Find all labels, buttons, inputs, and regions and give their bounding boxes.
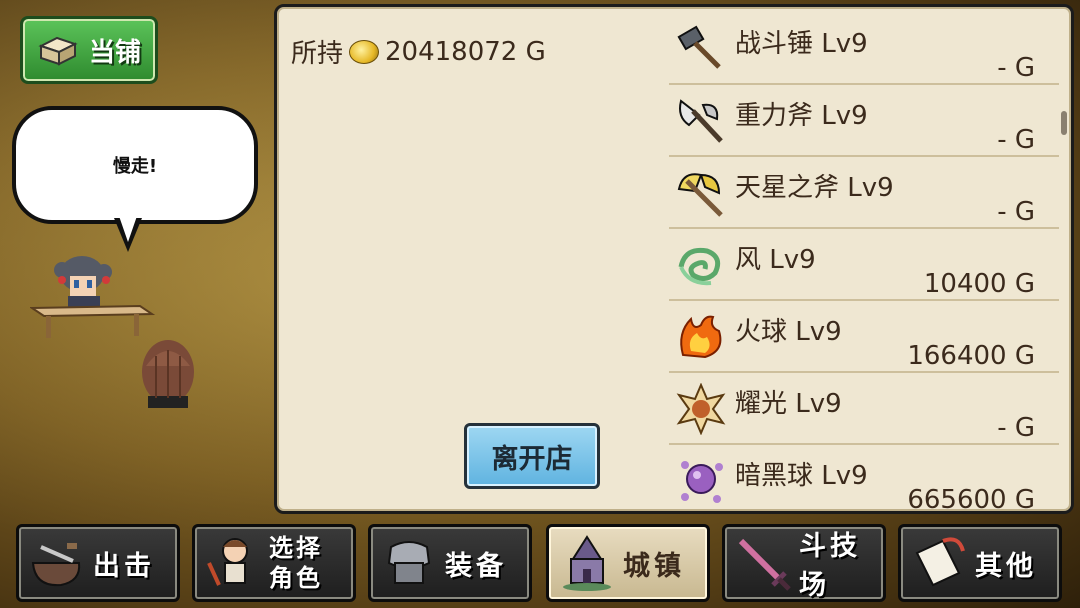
- list-item[interactable]: 天星之斧 Lv9 - G: [669, 157, 1059, 229]
- nav-label-line1: 选择: [269, 534, 323, 562]
- armor-icon: [387, 541, 431, 584]
- item-price: - G: [997, 125, 1035, 155]
- box-icon: [38, 36, 78, 66]
- list-item[interactable]: 战斗锤 Lv9 - G: [669, 13, 1059, 85]
- nav-label: 装备: [445, 550, 507, 582]
- item-name: 风 Lv9: [735, 245, 816, 275]
- character-icon: [207, 538, 248, 586]
- item-name: 暗黑球 Lv9: [735, 461, 868, 491]
- list-item[interactable]: 风 Lv9 10400 G: [669, 229, 1059, 301]
- scroll-icon: [915, 537, 965, 587]
- speech-bubble: 慢走!: [12, 106, 258, 224]
- nav-label: 出击: [93, 550, 155, 582]
- nav-town-button[interactable]: 城镇: [546, 524, 710, 602]
- item-price: - G: [997, 413, 1035, 443]
- axe-icon: [679, 99, 723, 143]
- item-name: 耀光 Lv9: [735, 389, 842, 419]
- shopkeeper-sprite: [30, 256, 156, 338]
- funds-label: 所持: [291, 39, 344, 69]
- item-price: 166400 G: [907, 341, 1035, 371]
- wind-icon: [678, 247, 721, 286]
- nav-label-two-line: 选择 角色: [269, 533, 323, 593]
- item-price: 665600 G: [907, 485, 1035, 513]
- item-name: 天星之斧 Lv9: [735, 173, 894, 203]
- funds-display: 所持 20418072 G: [291, 33, 546, 70]
- item-name: 战斗锤 Lv9: [735, 29, 868, 59]
- star-axe-icon: [677, 173, 723, 217]
- nav-label: 斗技场: [799, 531, 861, 601]
- bottom-nav: 出击 选择 角色 装备 城镇 斗技场 其他: [0, 520, 1080, 608]
- funds-amount: 20418072 G: [385, 36, 546, 67]
- list-scrollbar[interactable]: [1061, 111, 1067, 135]
- item-price: - G: [997, 197, 1035, 227]
- item-name: 火球 Lv9: [735, 317, 842, 347]
- shop-badge: 当铺: [20, 16, 158, 84]
- flash-icon: [676, 383, 726, 435]
- nav-label: 城镇: [623, 550, 685, 582]
- list-item[interactable]: 火球 Lv9 166400 G: [669, 301, 1059, 373]
- sword-icon: [738, 538, 791, 591]
- nav-arena-button[interactable]: 斗技场: [722, 524, 886, 602]
- nav-label: 其他: [975, 550, 1037, 582]
- nav-sortie-button[interactable]: 出击: [16, 524, 180, 602]
- hammer-icon: [677, 25, 721, 69]
- shop-panel: 所持 20418072 G 离开店 战斗锤 Lv9 - G 重力斧 Lv9 - …: [274, 4, 1074, 514]
- town-icon: [563, 535, 611, 591]
- nav-label-line2: 角色: [269, 564, 323, 592]
- leave-shop-button[interactable]: 离开店: [464, 423, 600, 489]
- customer-sprite: [142, 340, 194, 408]
- item-price: 10400 G: [923, 269, 1035, 299]
- dark-orb-icon: [681, 461, 723, 503]
- fireball-icon: [680, 315, 722, 359]
- list-item[interactable]: 暗黑球 Lv9 665600 G: [669, 445, 1059, 513]
- item-price: - G: [997, 53, 1035, 83]
- nav-select-character-button[interactable]: 选择 角色: [192, 524, 356, 602]
- speech-text: 慢走!: [112, 156, 158, 177]
- shop-badge-label: 当铺: [88, 37, 141, 68]
- coin-icon: [349, 39, 380, 64]
- nav-other-button[interactable]: 其他: [898, 524, 1062, 602]
- item-name: 重力斧 Lv9: [735, 101, 868, 131]
- nav-equipment-button[interactable]: 装备: [368, 524, 532, 602]
- item-list[interactable]: 战斗锤 Lv9 - G 重力斧 Lv9 - G 天星之斧 Lv9 - G 风 L…: [669, 13, 1059, 513]
- sortie-icon: [31, 543, 81, 587]
- list-item[interactable]: 重力斧 Lv9 - G: [669, 85, 1059, 157]
- list-item[interactable]: 耀光 Lv9 - G: [669, 373, 1059, 445]
